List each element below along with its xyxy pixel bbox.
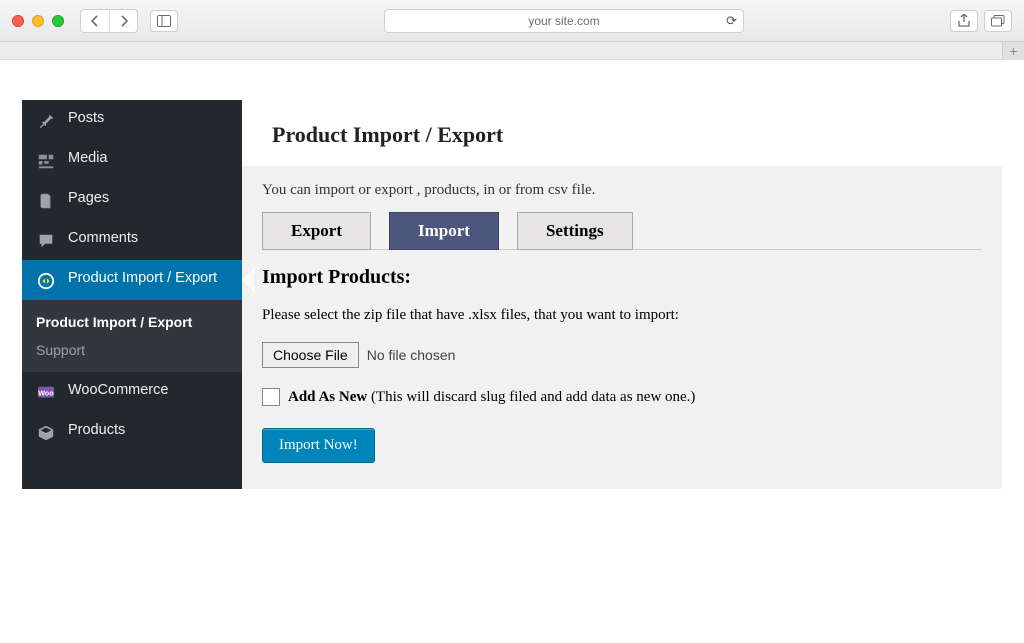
forward-button[interactable] (109, 10, 137, 32)
reload-icon[interactable]: ⟳ (726, 13, 737, 29)
tab-bar: Export Import Settings (262, 211, 982, 250)
back-button[interactable] (81, 10, 109, 32)
tabs-button[interactable] (984, 10, 1012, 32)
tab-import[interactable]: Import (389, 212, 499, 250)
sidebar-toggle-button[interactable] (150, 10, 178, 32)
add-as-new-checkbox[interactable] (262, 388, 280, 406)
sidebar-item-products[interactable]: Products (22, 412, 242, 452)
import-now-button[interactable]: Import Now! (262, 428, 375, 463)
admin-sidebar: Posts Media Pages Comments (22, 100, 242, 489)
pin-icon (36, 112, 56, 130)
sidebar-submenu: Product Import / Export Support (22, 300, 242, 372)
nav-buttons (80, 9, 138, 33)
sidebar-item-pages[interactable]: Pages (22, 180, 242, 220)
sidebar-item-posts[interactable]: Posts (22, 100, 242, 140)
maximize-window-button[interactable] (52, 15, 64, 27)
close-window-button[interactable] (12, 15, 24, 27)
sidebar-label: Media (68, 150, 108, 166)
sidebar-label: Pages (68, 190, 109, 206)
url-text: your site.com (528, 14, 599, 28)
media-icon (36, 152, 56, 170)
minimize-window-button[interactable] (32, 15, 44, 27)
sidebar-label: Posts (68, 110, 104, 126)
tab-export[interactable]: Export (262, 212, 371, 250)
woocommerce-icon: Woo (36, 384, 56, 402)
sidebar-label: Product Import / Export (68, 270, 217, 286)
sidebar-label: Products (68, 422, 125, 438)
sidebar-label: Comments (68, 230, 138, 246)
svg-text:Woo: Woo (38, 388, 54, 397)
checkbox-label: Add As New (This will discard slug filed… (288, 389, 695, 406)
main-content: Product Import / Export You can import o… (242, 100, 1002, 489)
sidebar-label: WooCommerce (68, 382, 168, 398)
submenu-product-import-export[interactable]: Product Import / Export (22, 308, 242, 336)
share-button[interactable] (950, 10, 978, 32)
address-bar[interactable]: your site.com ⟳ (384, 9, 744, 33)
sidebar-item-product-import-export[interactable]: Product Import / Export (22, 260, 242, 300)
page-description: You can import or export , products, in … (262, 182, 982, 199)
submenu-support[interactable]: Support (22, 336, 242, 364)
sidebar-item-woocommerce[interactable]: Woo WooCommerce (22, 372, 242, 412)
instruction-text: Please select the zip file that have .xl… (262, 307, 982, 324)
choose-file-button[interactable]: Choose File (262, 342, 359, 368)
file-status: No file chosen (367, 347, 456, 363)
sidebar-item-comments[interactable]: Comments (22, 220, 242, 260)
section-title: Import Products: (262, 266, 982, 289)
comment-icon (36, 232, 56, 250)
new-tab-button[interactable]: + (1002, 42, 1024, 60)
window-controls (12, 15, 64, 27)
tab-strip: + (0, 42, 1024, 60)
import-export-icon (36, 272, 56, 290)
pages-icon (36, 192, 56, 210)
sidebar-item-media[interactable]: Media (22, 140, 242, 180)
tab-settings[interactable]: Settings (517, 212, 633, 250)
page-title: Product Import / Export (272, 122, 972, 148)
browser-window: your site.com ⟳ + Posts (0, 0, 1024, 643)
package-icon (36, 424, 56, 442)
browser-toolbar: your site.com ⟳ (0, 0, 1024, 42)
